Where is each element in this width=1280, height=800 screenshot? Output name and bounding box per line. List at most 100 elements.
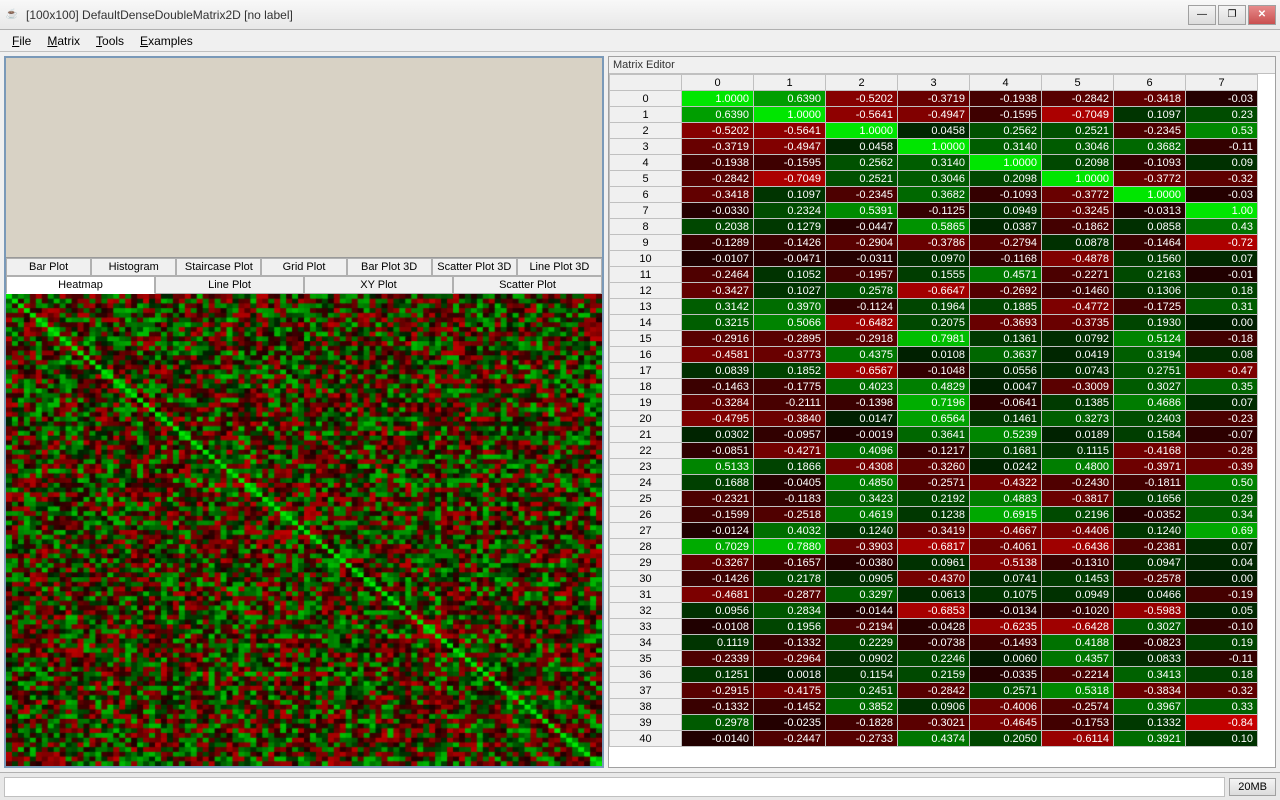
tab-scatter-plot[interactable]: Scatter Plot: [453, 277, 602, 294]
cell[interactable]: -0.2964: [754, 651, 826, 667]
cell[interactable]: 0.6915: [970, 507, 1042, 523]
cell[interactable]: 0.0961: [898, 555, 970, 571]
cell[interactable]: 0.4571: [970, 267, 1042, 283]
cell[interactable]: -0.10: [1186, 619, 1258, 635]
table-row[interactable]: 01.00000.6390-0.5202-0.3719-0.1938-0.284…: [610, 91, 1258, 107]
cell[interactable]: 0.3027: [1114, 619, 1186, 635]
cell[interactable]: -0.1862: [1042, 219, 1114, 235]
cell[interactable]: -0.0311: [826, 251, 898, 267]
row-header[interactable]: 31: [610, 587, 682, 603]
cell[interactable]: -0.3021: [898, 715, 970, 731]
row-header[interactable]: 11: [610, 267, 682, 283]
cell[interactable]: 0.2562: [826, 155, 898, 171]
col-header[interactable]: 1: [754, 75, 826, 91]
cell[interactable]: 0.2521: [826, 171, 898, 187]
cell[interactable]: 1.0000: [682, 91, 754, 107]
cell[interactable]: 0.2178: [754, 571, 826, 587]
cell[interactable]: 0.3970: [754, 299, 826, 315]
cell[interactable]: -0.47: [1186, 363, 1258, 379]
cell[interactable]: -0.4878: [1042, 251, 1114, 267]
cell[interactable]: 0.5066: [754, 315, 826, 331]
table-row[interactable]: 33-0.01080.1956-0.2194-0.0428-0.6235-0.6…: [610, 619, 1258, 635]
cell[interactable]: -0.3418: [1114, 91, 1186, 107]
col-header[interactable]: 0: [682, 75, 754, 91]
cell[interactable]: 0.3273: [1042, 411, 1114, 427]
cell[interactable]: -0.1332: [754, 635, 826, 651]
cell[interactable]: -0.11: [1186, 139, 1258, 155]
table-row[interactable]: 15-0.2916-0.2895-0.29180.79810.13610.079…: [610, 331, 1258, 347]
cell[interactable]: 1.00: [1186, 203, 1258, 219]
cell[interactable]: 0.6390: [754, 91, 826, 107]
cell[interactable]: -0.1811: [1114, 475, 1186, 491]
row-header[interactable]: 10: [610, 251, 682, 267]
cell[interactable]: -0.2578: [1114, 571, 1186, 587]
cell[interactable]: 0.3423: [826, 491, 898, 507]
cell[interactable]: 0.05: [1186, 603, 1258, 619]
cell[interactable]: -0.2447: [754, 731, 826, 747]
cell[interactable]: -0.6567: [826, 363, 898, 379]
cell[interactable]: -0.1048: [898, 363, 970, 379]
cell[interactable]: -0.6647: [898, 283, 970, 299]
cell[interactable]: 0.4375: [826, 347, 898, 363]
cell[interactable]: -0.0738: [898, 635, 970, 651]
cell[interactable]: -0.2464: [682, 267, 754, 283]
table-row[interactable]: 29-0.3267-0.1657-0.03800.0961-0.5138-0.1…: [610, 555, 1258, 571]
table-row[interactable]: 31-0.4681-0.28770.32970.06130.10750.0949…: [610, 587, 1258, 603]
cell[interactable]: -0.84: [1186, 715, 1258, 731]
cell[interactable]: -0.2518: [754, 507, 826, 523]
cell[interactable]: -0.6436: [1042, 539, 1114, 555]
cell[interactable]: 0.3046: [898, 171, 970, 187]
cell[interactable]: 0.4032: [754, 523, 826, 539]
cell[interactable]: -0.2915: [682, 683, 754, 699]
cell[interactable]: 0.1075: [970, 587, 1042, 603]
cell[interactable]: 0.3682: [1114, 139, 1186, 155]
cell[interactable]: -0.2842: [682, 171, 754, 187]
cell[interactable]: 0.2578: [826, 283, 898, 299]
row-header[interactable]: 2: [610, 123, 682, 139]
table-row[interactable]: 3-0.3719-0.49470.04581.00000.31400.30460…: [610, 139, 1258, 155]
cell[interactable]: 0.2324: [754, 203, 826, 219]
cell[interactable]: -0.2214: [1042, 667, 1114, 683]
cell[interactable]: -0.1310: [1042, 555, 1114, 571]
row-header[interactable]: 8: [610, 219, 682, 235]
cell[interactable]: -0.2692: [970, 283, 1042, 299]
cell[interactable]: -0.5641: [826, 107, 898, 123]
cell[interactable]: -0.4271: [754, 443, 826, 459]
table-row[interactable]: 280.70290.7880-0.3903-0.6817-0.4061-0.64…: [610, 539, 1258, 555]
cell[interactable]: -0.2571: [898, 475, 970, 491]
matrix-table[interactable]: 01234567 01.00000.6390-0.5202-0.3719-0.1…: [609, 74, 1258, 747]
heatmap-view[interactable]: [6, 294, 602, 766]
table-row[interactable]: 320.09560.2834-0.0144-0.6853-0.0134-0.10…: [610, 603, 1258, 619]
cell[interactable]: 0.3140: [898, 155, 970, 171]
cell[interactable]: -0.6114: [1042, 731, 1114, 747]
cell[interactable]: 0.0878: [1042, 235, 1114, 251]
cell[interactable]: 0.0047: [970, 379, 1042, 395]
cell[interactable]: -0.1657: [754, 555, 826, 571]
cell[interactable]: -0.0641: [970, 395, 1042, 411]
table-row[interactable]: 6-0.34180.1097-0.23450.3682-0.1093-0.377…: [610, 187, 1258, 203]
cell[interactable]: 0.2451: [826, 683, 898, 699]
cell[interactable]: 0.3046: [1042, 139, 1114, 155]
row-header[interactable]: 15: [610, 331, 682, 347]
cell[interactable]: -0.7049: [1042, 107, 1114, 123]
cell[interactable]: -0.2111: [754, 395, 826, 411]
cell[interactable]: -0.3284: [682, 395, 754, 411]
cell[interactable]: -0.0405: [754, 475, 826, 491]
cell[interactable]: 0.4850: [826, 475, 898, 491]
cell[interactable]: -0.5983: [1114, 603, 1186, 619]
cell[interactable]: 0.0458: [898, 123, 970, 139]
table-row[interactable]: 38-0.1332-0.14520.38520.0906-0.4006-0.25…: [610, 699, 1258, 715]
col-header[interactable]: 7: [1186, 75, 1258, 91]
table-row[interactable]: 40-0.0140-0.2447-0.27330.43740.2050-0.61…: [610, 731, 1258, 747]
cell[interactable]: 0.2098: [970, 171, 1042, 187]
table-row[interactable]: 37-0.2915-0.41750.2451-0.28420.25710.531…: [610, 683, 1258, 699]
cell[interactable]: 0.0613: [898, 587, 970, 603]
cell[interactable]: -0.3719: [898, 91, 970, 107]
cell[interactable]: -0.1460: [1042, 283, 1114, 299]
cell[interactable]: 0.0741: [970, 571, 1042, 587]
cell[interactable]: 0.1453: [1042, 571, 1114, 587]
cell[interactable]: 0.1681: [970, 443, 1042, 459]
cell[interactable]: 0.0147: [826, 411, 898, 427]
cell[interactable]: -0.4322: [970, 475, 1042, 491]
cell[interactable]: -0.3834: [1114, 683, 1186, 699]
